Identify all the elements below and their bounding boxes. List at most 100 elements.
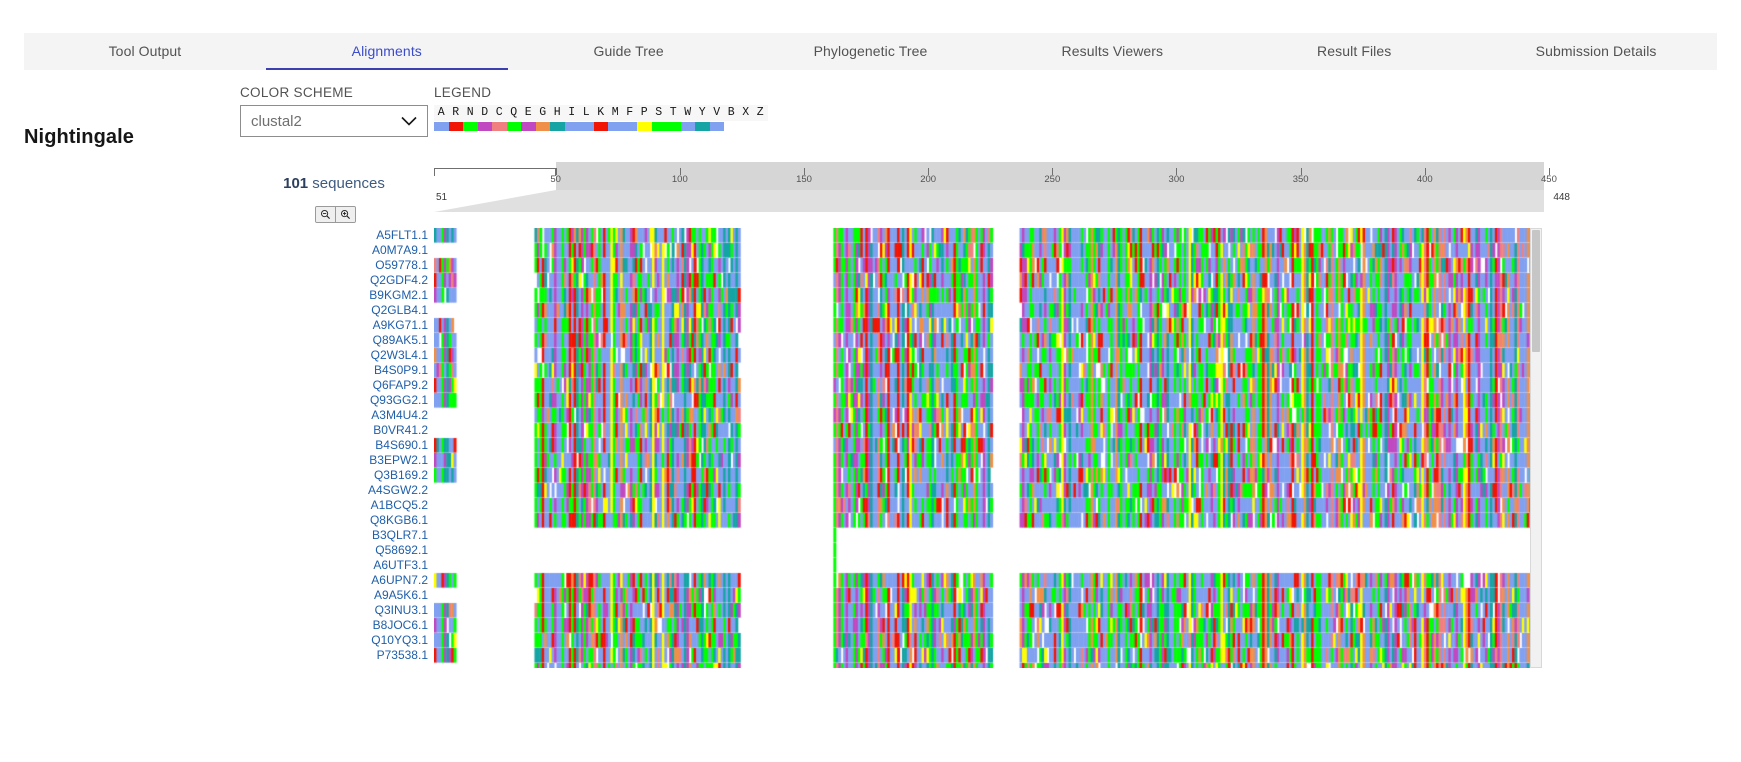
sequence-id[interactable]: Q10YQ3.1 bbox=[240, 633, 428, 648]
legend-item-H: H bbox=[550, 105, 565, 131]
legend-letter: I bbox=[564, 105, 579, 121]
legend-item-B: B bbox=[724, 105, 739, 131]
sequence-id[interactable]: Q93GG2.1 bbox=[240, 393, 428, 408]
sequence-id[interactable]: Q8KGB6.1 bbox=[240, 513, 428, 528]
sequence-id[interactable]: B4S690.1 bbox=[240, 438, 428, 453]
sequence-id[interactable]: Q2W3L4.1 bbox=[240, 348, 428, 363]
ruler-tick-label: 150 bbox=[796, 174, 812, 185]
tab-alignments[interactable]: Alignments bbox=[265, 33, 508, 70]
sequence-id[interactable]: O59778.1 bbox=[240, 258, 428, 273]
sequence-id[interactable]: Q2GLB4.1 bbox=[240, 303, 428, 318]
legend-swatch bbox=[738, 122, 753, 131]
legend-swatch bbox=[434, 122, 449, 131]
legend-letter: C bbox=[492, 105, 507, 121]
sequence-id[interactable]: B4S0P9.1 bbox=[240, 363, 428, 378]
sequence-id[interactable]: B0VR41.2 bbox=[240, 423, 428, 438]
legend-swatch bbox=[463, 122, 478, 131]
tab-result-files[interactable]: Result Files bbox=[1233, 33, 1475, 70]
legend-letter: X bbox=[738, 105, 753, 121]
sequence-id[interactable]: A4SGW2.2 bbox=[240, 483, 428, 498]
legend-letter: E bbox=[521, 105, 536, 121]
legend-item-P: P bbox=[637, 105, 652, 131]
legend-swatch bbox=[579, 122, 594, 131]
sequence-id[interactable]: A6UPN7.2 bbox=[240, 573, 428, 588]
sequence-id[interactable]: Q2GDF4.2 bbox=[240, 273, 428, 288]
legend-swatch bbox=[448, 122, 463, 131]
zoom-button-group bbox=[315, 206, 356, 223]
legend-item-T: T bbox=[666, 105, 681, 131]
sequence-count-number: 101 bbox=[283, 175, 309, 192]
msa-alignment-viewer[interactable] bbox=[434, 228, 1530, 668]
ruler-tick-label: 350 bbox=[1292, 174, 1309, 185]
sequence-id[interactable]: A1BCQ5.2 bbox=[240, 498, 428, 513]
sequence-id[interactable]: Q3B169.2 bbox=[240, 468, 428, 483]
sequence-id[interactable]: B9KGM2.1 bbox=[240, 288, 428, 303]
tab-label: Guide Tree bbox=[593, 42, 664, 59]
legend-item-A: A bbox=[434, 105, 449, 131]
legend-item-W: W bbox=[680, 105, 695, 131]
sequence-id[interactable]: Q6FAP9.2 bbox=[240, 378, 428, 393]
sequence-count: 101 sequences bbox=[240, 175, 428, 192]
legend-item-Z: Z bbox=[753, 105, 768, 131]
ruler-ticks: 50 100 150 200 250 300 350 400 450 bbox=[434, 162, 1557, 185]
sequence-id[interactable]: B3EPW2.1 bbox=[240, 453, 428, 468]
ruler-tick-label: 200 bbox=[920, 174, 937, 185]
sequence-id[interactable]: P73538.1 bbox=[240, 648, 428, 663]
sequence-id[interactable]: Q3INU3.1 bbox=[240, 603, 428, 618]
legend-letter: K bbox=[593, 105, 608, 121]
zoom-out-button[interactable] bbox=[316, 207, 335, 222]
zoom-out-icon bbox=[321, 210, 331, 220]
legend-swatch bbox=[666, 122, 681, 131]
tab-tool-output[interactable]: Tool Output bbox=[24, 33, 266, 70]
tab-label: Result Files bbox=[1317, 42, 1392, 59]
legend-item-Y: Y bbox=[695, 105, 710, 131]
legend-letter: T bbox=[666, 105, 681, 121]
legend-swatch bbox=[680, 122, 695, 131]
sequence-id[interactable]: A9A5K6.1 bbox=[240, 588, 428, 603]
ruler-tick-label: 400 bbox=[1416, 174, 1433, 185]
ruler-tick-label: 450 bbox=[1541, 174, 1557, 185]
sequence-id[interactable]: A6UTF3.1 bbox=[240, 558, 428, 573]
sequence-id[interactable]: Q89AK5.1 bbox=[240, 333, 428, 348]
sequence-id[interactable]: A5FLT1.1 bbox=[240, 228, 428, 243]
tab-guide-tree[interactable]: Guide Tree bbox=[508, 33, 750, 70]
sequence-id[interactable]: A9KG71.1 bbox=[240, 318, 428, 333]
range-start-label: 51 bbox=[436, 192, 448, 203]
legend-letter: V bbox=[709, 105, 724, 121]
vertical-scrollbar[interactable] bbox=[1530, 228, 1542, 668]
legend-swatch bbox=[535, 122, 550, 131]
sequence-id-list: A5FLT1.1 A0M7A9.1 O59778.1 Q2GDF4.2 B9KGM2.1… bbox=[240, 228, 428, 663]
legend-swatch bbox=[651, 122, 666, 131]
color-scheme-value: clustal2 bbox=[251, 112, 302, 130]
legend-swatch bbox=[477, 122, 492, 131]
tab-submission-details[interactable]: Submission Details bbox=[1475, 33, 1717, 70]
navigation-ruler[interactable]: 50 100 150 200 250 300 350 400 450 51 448 bbox=[434, 162, 1570, 224]
vertical-scroll-thumb[interactable] bbox=[1532, 230, 1540, 352]
range-end-label: 448 bbox=[1553, 192, 1570, 203]
legend-letter: B bbox=[724, 105, 739, 121]
msa-canvas[interactable] bbox=[434, 228, 1530, 668]
legend-swatch bbox=[564, 122, 579, 131]
zoom-in-button[interactable] bbox=[335, 207, 355, 222]
navigation-funnel bbox=[434, 190, 1544, 212]
tab-label: Alignments bbox=[351, 42, 422, 59]
legend-item-E: E bbox=[521, 105, 536, 131]
tab-label: Submission Details bbox=[1535, 42, 1657, 59]
tab-phylogenetic-tree[interactable]: Phylogenetic Tree bbox=[750, 33, 992, 70]
sequence-id[interactable]: A3M4U4.2 bbox=[240, 408, 428, 423]
tab-label: Results Viewers bbox=[1061, 42, 1164, 59]
legend-grid: ARNDCQEGHILKMFPSTWYVBXZ bbox=[434, 105, 768, 131]
legend-letter: R bbox=[448, 105, 463, 121]
legend-item-M: M bbox=[608, 105, 623, 131]
color-scheme-select[interactable]: clustal2 bbox=[240, 105, 428, 137]
legend-item-K: K bbox=[593, 105, 608, 131]
sequence-id[interactable]: B8JOC6.1 bbox=[240, 618, 428, 633]
sequence-id[interactable]: A0M7A9.1 bbox=[240, 243, 428, 258]
legend-item-D: D bbox=[477, 105, 492, 131]
tab-label: Phylogenetic Tree bbox=[813, 42, 928, 59]
tab-results-viewers[interactable]: Results Viewers bbox=[991, 33, 1233, 70]
legend-letter: W bbox=[680, 105, 695, 121]
sequence-id[interactable]: B3QLR7.1 bbox=[240, 528, 428, 543]
sequence-id[interactable]: Q58692.1 bbox=[240, 543, 428, 558]
legend-letter: S bbox=[651, 105, 666, 121]
